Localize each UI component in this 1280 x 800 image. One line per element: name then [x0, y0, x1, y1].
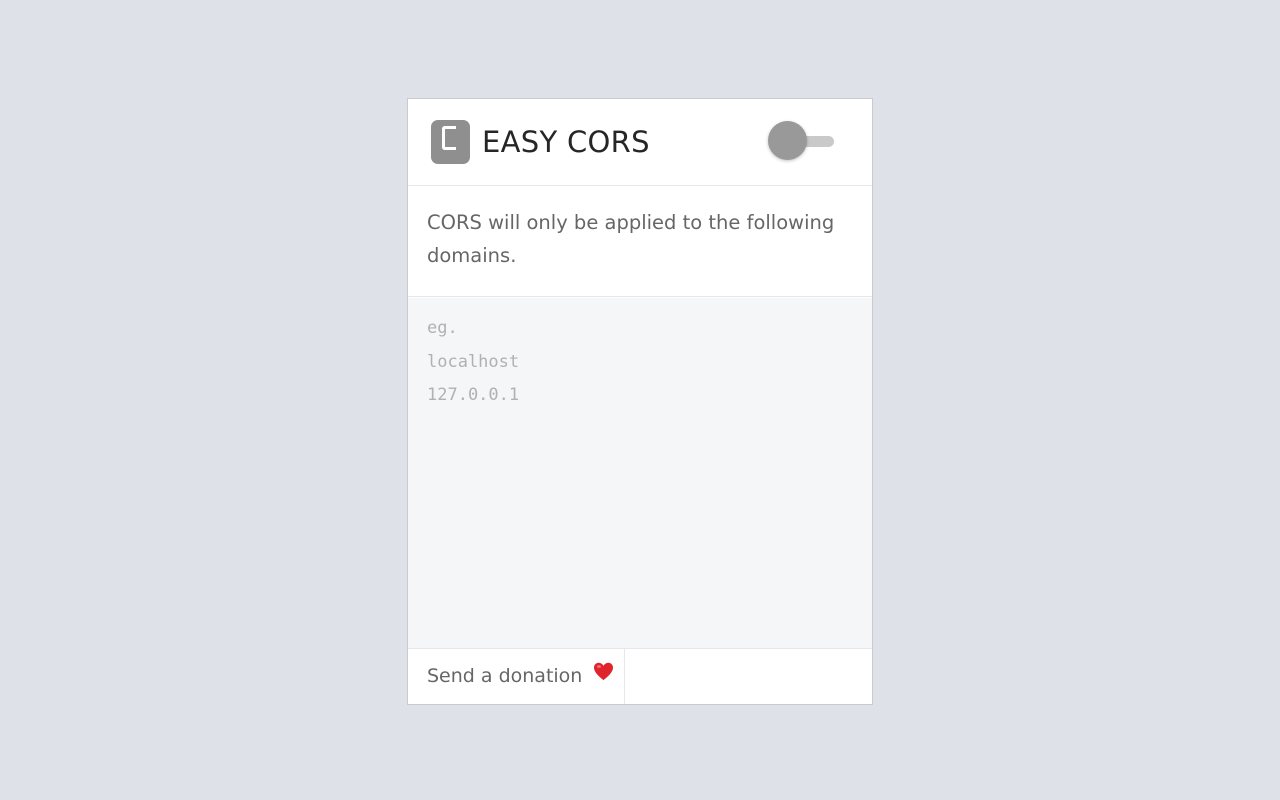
c-letter-icon — [442, 126, 456, 150]
heart-icon — [593, 661, 614, 689]
description-section: CORS will only be applied to the followi… — [408, 186, 872, 297]
footer: Send a donation — [408, 648, 872, 704]
cors-enable-toggle[interactable] — [768, 121, 836, 161]
donate-label-wrap: Send a donation — [427, 662, 614, 690]
popup-window: EASY CORS CORS will only be applied to t… — [407, 98, 873, 705]
description-text: CORS will only be applied to the followi… — [427, 211, 835, 267]
app-logo — [431, 120, 470, 164]
donate-button[interactable]: Send a donation — [408, 649, 625, 704]
app-title: EASY CORS — [482, 125, 650, 159]
donate-label: Send a donation — [427, 665, 583, 687]
domains-input[interactable] — [408, 298, 872, 648]
footer-empty-cell — [625, 649, 872, 704]
toggle-knob — [768, 121, 807, 160]
header: EASY CORS — [408, 99, 872, 186]
